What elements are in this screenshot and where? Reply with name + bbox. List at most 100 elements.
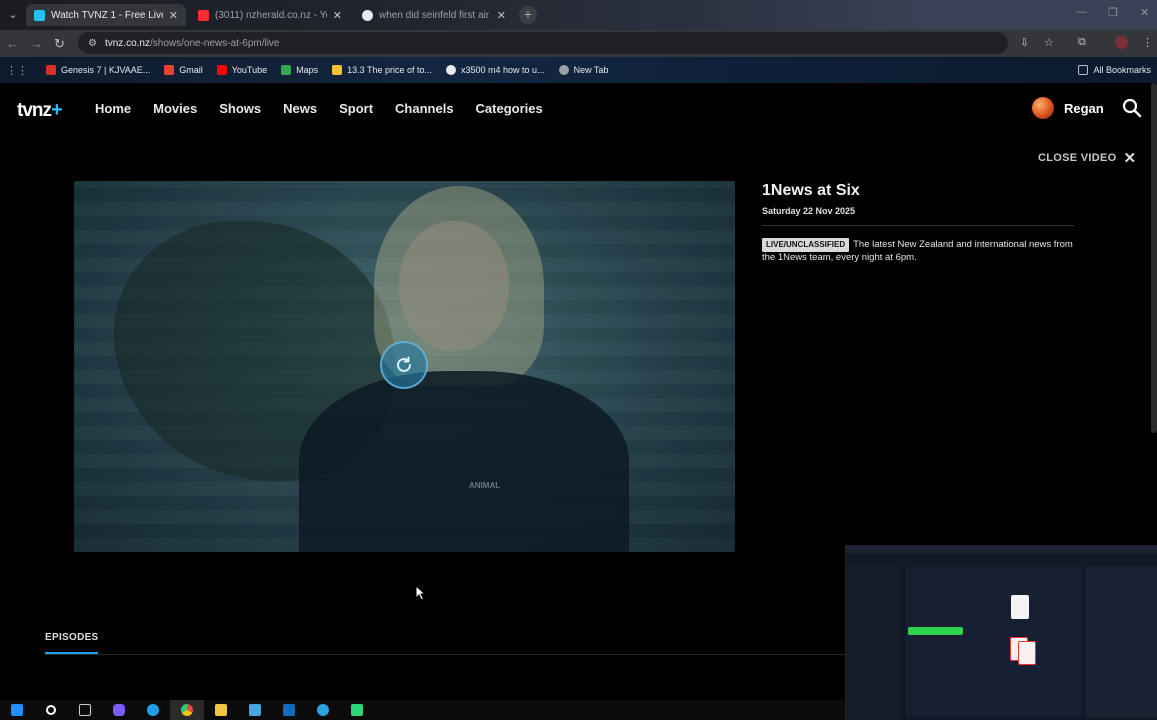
- shirt-logo-text: ANIMAL: [469, 481, 501, 490]
- close-video-button[interactable]: CLOSE VIDEO ✕: [1038, 149, 1136, 167]
- outlook-icon[interactable]: [272, 700, 306, 720]
- divider: [45, 654, 845, 655]
- telegram-icon[interactable]: [306, 700, 340, 720]
- reload-icon[interactable]: ↻: [54, 36, 65, 52]
- extensions-icon[interactable]: ⧉: [1078, 36, 1086, 49]
- all-bookmarks-label: All Bookmarks: [1093, 65, 1151, 75]
- bookmark-item[interactable]: New Tab: [558, 65, 609, 75]
- gmail-icon: [164, 65, 175, 75]
- bookmark-label: Gmail: [179, 65, 203, 75]
- loading-spinner-icon: [380, 341, 428, 389]
- browser-tab-strip: ⌄ Watch TVNZ 1 - Free Live TV | T ✕ (301…: [0, 0, 1157, 30]
- bookmark-item[interactable]: x3500 m4 how to u...: [446, 65, 545, 75]
- store-icon[interactable]: [238, 700, 272, 720]
- bookmark-label: Genesis 7 | KJVAAE...: [61, 65, 151, 75]
- nav-sport[interactable]: Sport: [339, 101, 373, 116]
- youtube-icon: [216, 65, 227, 75]
- nav-home[interactable]: Home: [95, 101, 131, 116]
- google-favicon-icon: [362, 9, 373, 21]
- tab-tvnz[interactable]: Watch TVNZ 1 - Free Live TV | T ✕: [26, 4, 186, 26]
- bookmark-item[interactable]: 13.3 The price of to...: [332, 65, 432, 75]
- profile-avatar-icon[interactable]: [1115, 36, 1128, 49]
- url-path: /shows/one-news-at-6pm/live: [150, 37, 280, 49]
- pip-card-icon: [1011, 595, 1029, 619]
- tvnz-logo[interactable]: tvnz+: [17, 99, 63, 122]
- bookmark-label: x3500 m4 how to u...: [461, 65, 545, 75]
- bookmark-label: 13.3 The price of to...: [347, 65, 433, 75]
- install-app-icon[interactable]: ⇩: [1020, 36, 1029, 49]
- close-video-label: CLOSE VIDEO: [1038, 152, 1117, 164]
- maps-icon: [281, 65, 292, 75]
- show-info-panel: 1News at Six Saturday 22 Nov 2025 LIVE/U…: [762, 182, 1074, 264]
- browser-toolbar: ← → ↻ ⚙ tvnz.co.nz/shows/one-news-at-6pm…: [0, 30, 1157, 57]
- pip-chat-panel: [1086, 567, 1157, 717]
- minimize-icon[interactable]: —: [1076, 6, 1087, 18]
- tab-youtube[interactable]: (3011) nzherald.co.nz - YouTub ✕: [190, 4, 350, 26]
- all-bookmarks-button[interactable]: All Bookmarks: [1078, 65, 1151, 75]
- close-tab-icon[interactable]: ✕: [333, 9, 342, 22]
- close-icon: ✕: [1123, 150, 1137, 167]
- bookmark-item[interactable]: Genesis 7 | KJVAAE...: [46, 65, 150, 75]
- air-date: Saturday 22 Nov 2025: [762, 206, 856, 216]
- page-scrollbar[interactable]: [1151, 83, 1157, 433]
- pip-green-button: [908, 627, 963, 635]
- back-icon[interactable]: ←: [6, 36, 19, 51]
- apps-grid-icon[interactable]: ⋮⋮: [6, 64, 28, 77]
- profile-menu[interactable]: Regan: [1032, 97, 1104, 119]
- bookmark-item[interactable]: Maps: [281, 65, 318, 75]
- tvnz-favicon-icon: [34, 9, 45, 21]
- logo-text: tvnz: [17, 100, 52, 121]
- address-bar[interactable]: ⚙ tvnz.co.nz/shows/one-news-at-6pm/live: [78, 32, 1008, 54]
- forward-icon[interactable]: →: [30, 36, 43, 51]
- bookmark-label: New Tab: [573, 65, 609, 75]
- bookmark-item[interactable]: YouTube: [216, 65, 268, 75]
- app-icon[interactable]: [340, 700, 374, 720]
- globe-icon: [558, 65, 569, 75]
- bookmark-star-icon[interactable]: ☆: [1044, 36, 1054, 49]
- restore-icon[interactable]: ❐: [1108, 6, 1118, 19]
- video-frame-person-shirt: [299, 371, 629, 552]
- tab-episodes[interactable]: EPISODES: [45, 632, 99, 643]
- nav-categories[interactable]: Categories: [476, 101, 543, 116]
- edge-icon[interactable]: [136, 700, 170, 720]
- close-tab-icon[interactable]: ✕: [497, 9, 506, 22]
- search-icon[interactable]: [1122, 98, 1142, 118]
- bookmarks-bar: ⋮⋮ Genesis 7 | KJVAAE... Gmail YouTube M…: [0, 57, 1157, 83]
- tab-google[interactable]: when did seinfeld first air - Goo ✕: [354, 4, 514, 26]
- bookmark-label: Maps: [296, 65, 319, 75]
- refresh-icon: [397, 356, 411, 372]
- youtube-favicon-icon: [198, 9, 209, 21]
- tab-title: (3011) nzherald.co.nz - YouTub: [215, 9, 327, 21]
- windows-start-icon[interactable]: [0, 700, 34, 720]
- tab-search-chevron-icon[interactable]: ⌄: [4, 6, 22, 24]
- close-window-icon[interactable]: ✕: [1140, 6, 1149, 19]
- video-player[interactable]: ANIMAL: [74, 181, 735, 552]
- file-explorer-icon[interactable]: [204, 700, 238, 720]
- url-domain: tvnz.co.nz: [104, 37, 150, 49]
- more-menu-icon[interactable]: ⋮: [1142, 36, 1153, 49]
- nav-channels[interactable]: Channels: [395, 101, 454, 116]
- task-view-icon[interactable]: [68, 700, 102, 720]
- classification-badge: LIVE/UNCLASSIFIED: [762, 238, 850, 252]
- bookmark-label: YouTube: [231, 65, 268, 75]
- show-description-block: LIVE/UNCLASSIFIED The latest New Zealand …: [762, 238, 1074, 264]
- pip-sidebar: [846, 565, 901, 720]
- chrome-icon[interactable]: [170, 700, 204, 720]
- bookmark-favicon-icon: [46, 65, 56, 75]
- avatar: [1032, 97, 1054, 119]
- logo-plus: +: [51, 99, 63, 121]
- picture-in-picture-window[interactable]: [845, 545, 1157, 720]
- nav-movies[interactable]: Movies: [153, 101, 197, 116]
- site-info-icon[interactable]: ⚙: [88, 38, 97, 49]
- nav-news[interactable]: News: [283, 101, 317, 116]
- pip-card-icon: [1018, 641, 1036, 665]
- pip-title-bar: [846, 545, 1157, 553]
- main-nav: Home Movies Shows News Sport Channels Ca…: [95, 101, 543, 116]
- copilot-icon[interactable]: [102, 700, 136, 720]
- new-tab-button[interactable]: +: [519, 6, 537, 24]
- close-tab-icon[interactable]: ✕: [169, 9, 178, 22]
- bookmark-item[interactable]: Gmail: [164, 65, 203, 75]
- search-icon[interactable]: [34, 700, 68, 720]
- tab-title: when did seinfeld first air - Goo: [379, 9, 491, 21]
- nav-shows[interactable]: Shows: [219, 101, 261, 116]
